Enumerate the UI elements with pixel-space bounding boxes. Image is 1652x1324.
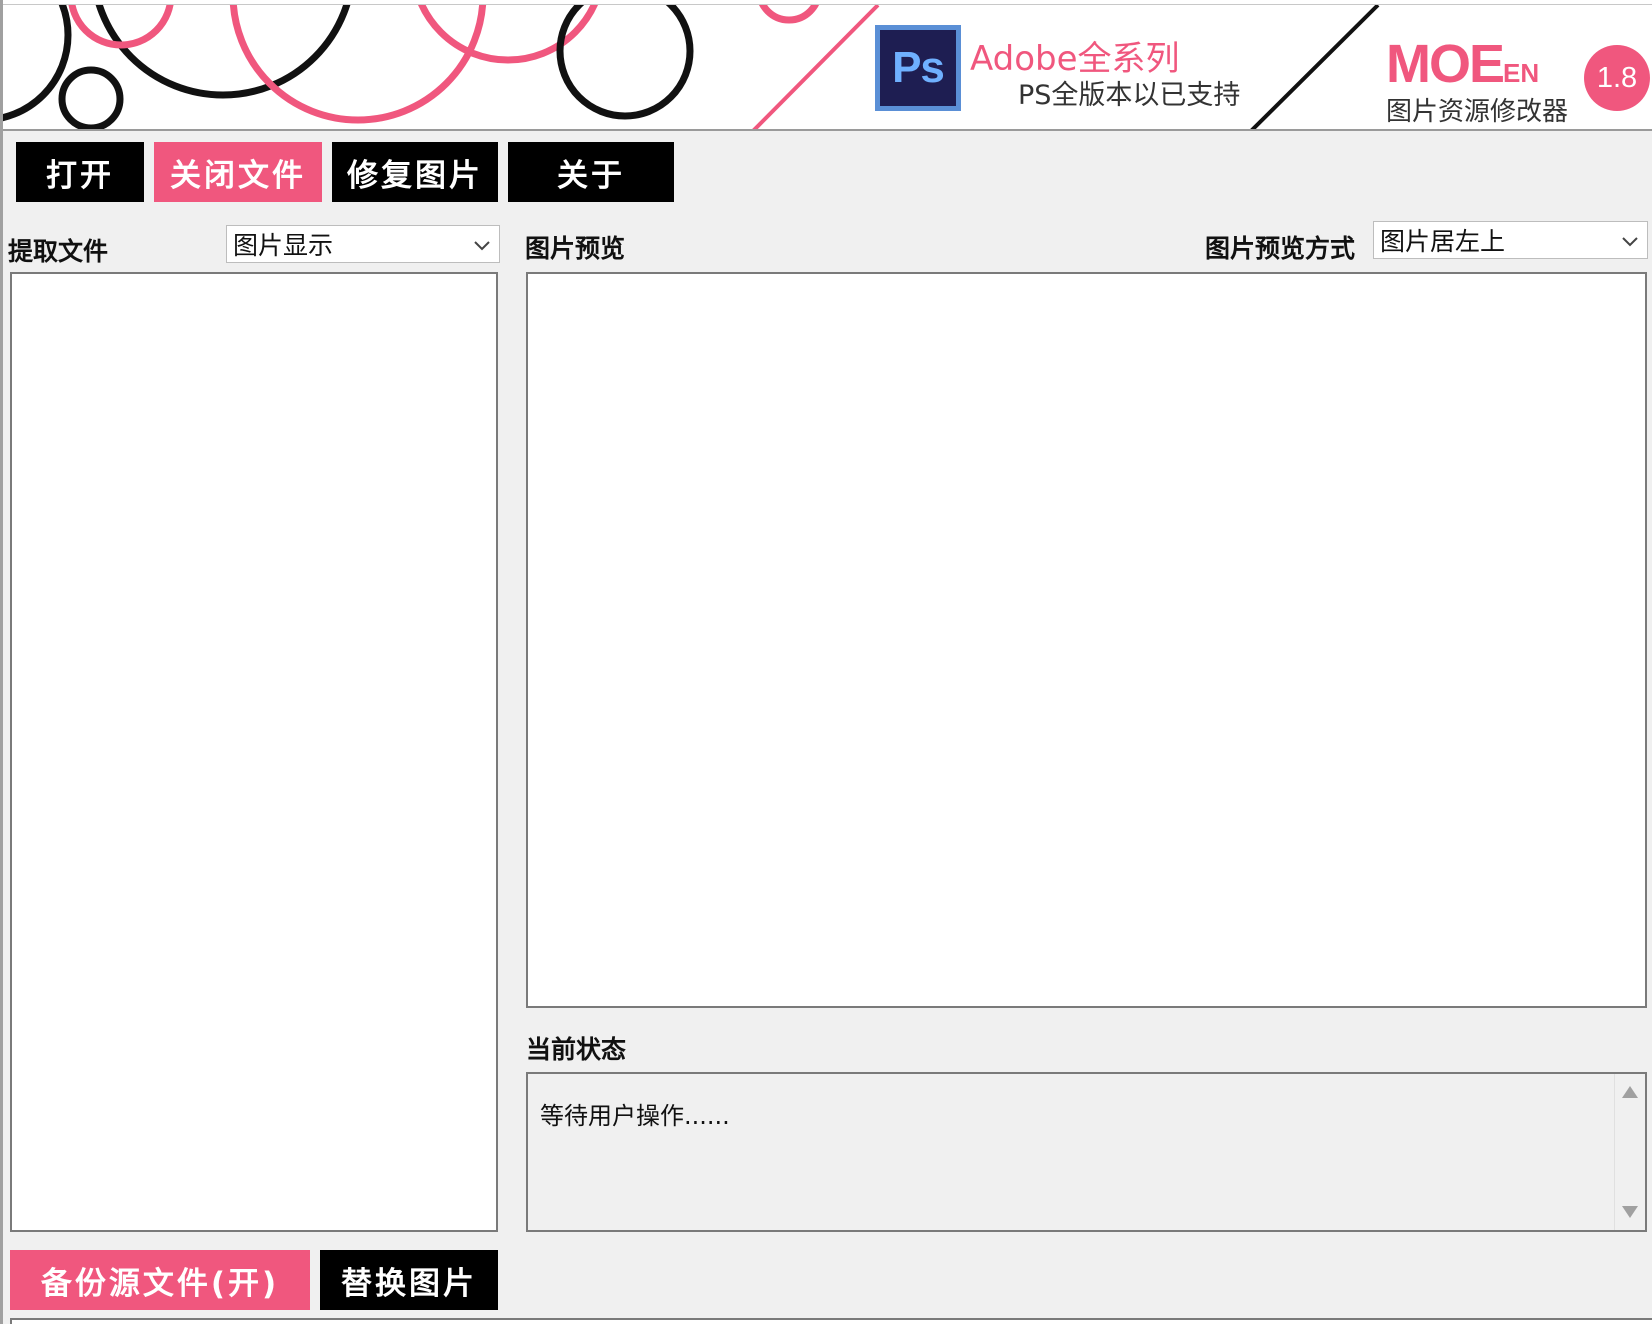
scroll-down-arrow-icon[interactable] [1622,1206,1638,1218]
ad-subtitle: PS全版本以已支持 [1018,80,1241,111]
deco-circle [229,5,487,124]
repair-image-button[interactable]: 修复图片 [332,142,498,202]
status-log[interactable]: 等待用户操作...... [526,1072,1647,1232]
about-button[interactable]: 关于 [508,142,674,202]
status-message: 等待用户操作...... [540,1102,730,1130]
chevron-down-icon [1622,237,1638,247]
bottom-panel-edge [10,1318,1652,1324]
scroll-up-arrow-icon[interactable] [1622,1086,1638,1098]
preview-mode-value: 图片居左上 [1380,227,1506,256]
current-status-title: 当前状态 [526,1035,627,1064]
image-preview-title: 图片预览 [525,234,626,263]
close-file-button[interactable]: 关闭文件 [154,142,322,202]
deco-circle [3,5,72,122]
open-button[interactable]: 打开 [16,142,144,202]
header-banner: Ps Adobe全系列 PS全版本以已支持 MOEEN 图片资源修改器 1.8 [3,5,1652,131]
photoshop-logo-icon: Ps [875,25,961,111]
replace-image-button[interactable]: 替换图片 [320,1250,498,1310]
deco-circle [58,66,124,129]
brand-subtitle: 图片资源修改器 [1386,97,1569,127]
brand-suffix: EN [1503,58,1540,88]
deco-circle [68,5,174,49]
chevron-down-icon [474,241,490,251]
window-left-edge [0,0,3,1324]
display-mode-value: 图片显示 [233,231,334,260]
extract-files-label: 提取文件 [8,237,109,266]
app-window: Ps Adobe全系列 PS全版本以已支持 MOEEN 图片资源修改器 1.8 … [0,0,1652,1324]
preview-mode-label: 图片预览方式 [1205,234,1356,263]
image-preview-area[interactable] [526,272,1647,1008]
version-badge: 1.8 [1584,45,1650,111]
status-scrollbar[interactable] [1614,1074,1645,1230]
brand-logo: MOEEN [1386,33,1539,95]
deco-line [1250,5,1380,129]
deco-circle [556,5,694,120]
deco-circle [95,5,351,99]
backup-source-button[interactable]: 备份源文件(开) [10,1250,310,1310]
brand-main: MOE [1386,34,1505,94]
preview-mode-select[interactable]: 图片居左上 [1373,221,1648,259]
deco-circle [759,5,819,24]
deco-line [752,5,880,129]
extracted-files-list[interactable] [10,272,498,1232]
ps-logo-text: Ps [892,43,945,92]
display-mode-select[interactable]: 图片显示 [226,225,500,263]
